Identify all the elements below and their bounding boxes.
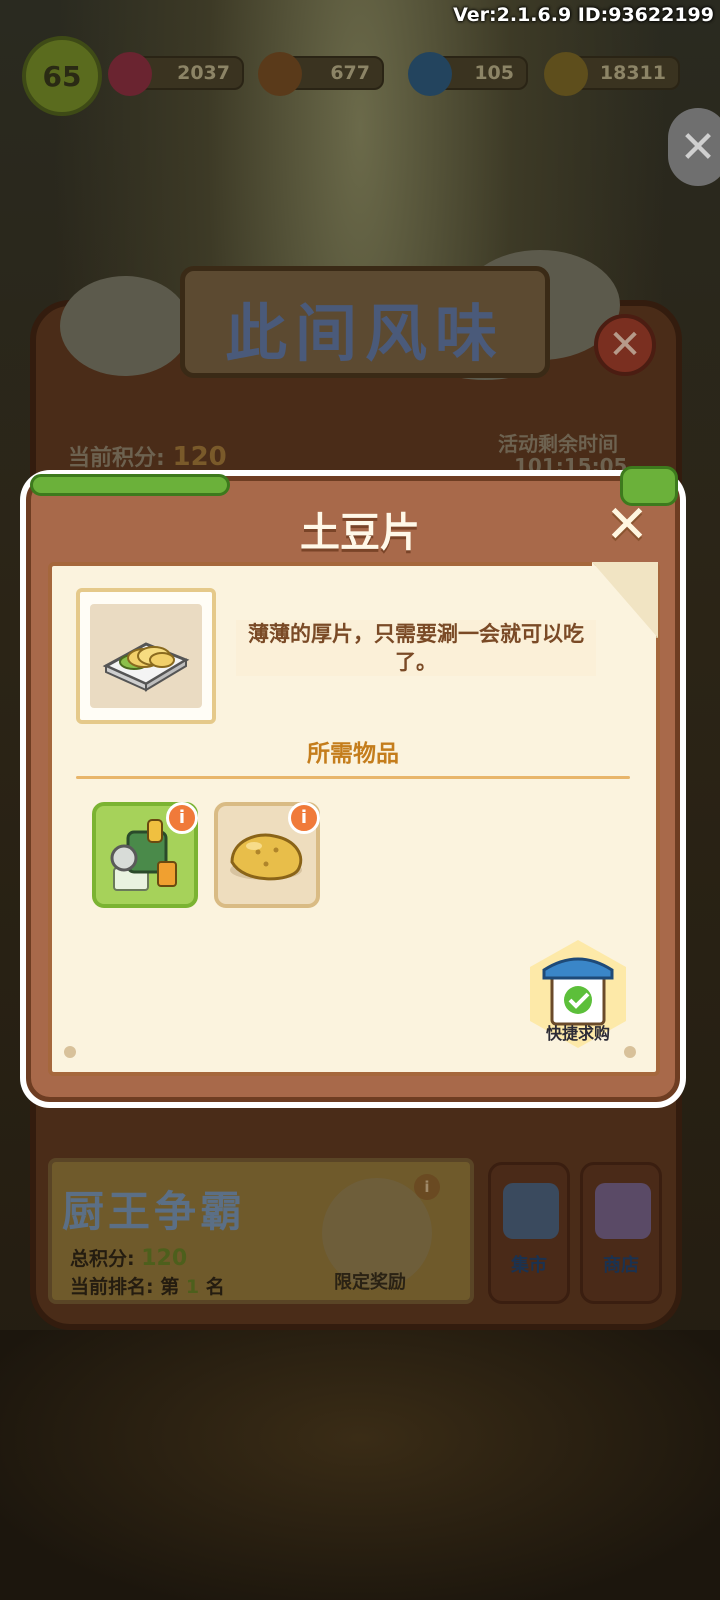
quick-buy-label: 快捷求购 — [545, 1024, 610, 1043]
side-close-icon[interactable]: ✕ — [668, 108, 720, 186]
current-score-label: 当前积分: — [68, 446, 165, 471]
grass-decoration — [30, 474, 230, 496]
pin-dot — [64, 1046, 76, 1058]
total-score-label: 总积分: — [70, 1248, 135, 1270]
contest-title: 厨王争霸 — [62, 1187, 247, 1236]
market-button[interactable]: 集市 — [488, 1162, 570, 1304]
event-banner-title: 此间风味 — [224, 297, 505, 370]
potato-chips-plate-icon — [102, 642, 190, 692]
carrot-value: 677 — [330, 62, 370, 84]
player-level: 65 — [42, 59, 82, 93]
coin-value: 18311 — [599, 62, 666, 84]
lightning-icon — [408, 52, 452, 96]
pin-dot — [624, 1046, 636, 1058]
limited-reward-label: 限定奖励 — [334, 1272, 406, 1293]
total-score-value: 120 — [141, 1246, 188, 1271]
current-score-value: 120 — [172, 442, 227, 472]
shop-store-icon — [595, 1183, 651, 1239]
gem-value: 2037 — [177, 62, 230, 84]
event-close-icon[interactable]: ✕ — [594, 314, 656, 376]
rank-label: 当前排名: — [70, 1276, 154, 1298]
player-level-badge[interactable]: 65 — [22, 36, 102, 116]
coin-counter[interactable]: 18311 — [544, 52, 680, 96]
energy-value: 105 — [474, 62, 514, 84]
carrot-counter[interactable]: 677 — [258, 52, 384, 96]
energy-counter[interactable]: 105 — [408, 52, 528, 96]
bottom-scene — [0, 1330, 720, 1600]
reward-info-icon[interactable]: i — [414, 1174, 440, 1200]
carrot-icon — [258, 52, 302, 96]
rank-suffix: 名 — [205, 1276, 225, 1298]
event-banner: 此间风味 — [180, 266, 550, 378]
coin-icon — [544, 52, 588, 96]
info-icon[interactable]: i — [166, 802, 198, 834]
shop-button[interactable]: 商店 — [580, 1162, 662, 1304]
cloud-decoration — [60, 276, 190, 376]
market-stall-icon — [503, 1183, 559, 1239]
gem-counter[interactable]: 2037 — [108, 52, 244, 96]
divider — [76, 776, 630, 779]
market-label: 集市 — [511, 1255, 547, 1276]
item-image-frame — [76, 588, 216, 724]
shop-label: 商店 — [603, 1255, 639, 1276]
gem-icon — [108, 52, 152, 96]
info-icon[interactable]: i — [288, 802, 320, 834]
rank-value: 1 — [185, 1276, 200, 1298]
rank-prefix: 第 — [160, 1276, 180, 1298]
item-description: 薄薄的厚片，只需要涮一会就可以吃了。 — [236, 620, 596, 676]
time-left-label: 活动剩余时间 — [498, 432, 618, 456]
required-items-title: 所需物品 — [307, 741, 399, 767]
version-id-text: Ver:2.1.6.9 ID:93622199 — [453, 4, 714, 26]
close-icon[interactable]: ✕ — [602, 499, 652, 551]
